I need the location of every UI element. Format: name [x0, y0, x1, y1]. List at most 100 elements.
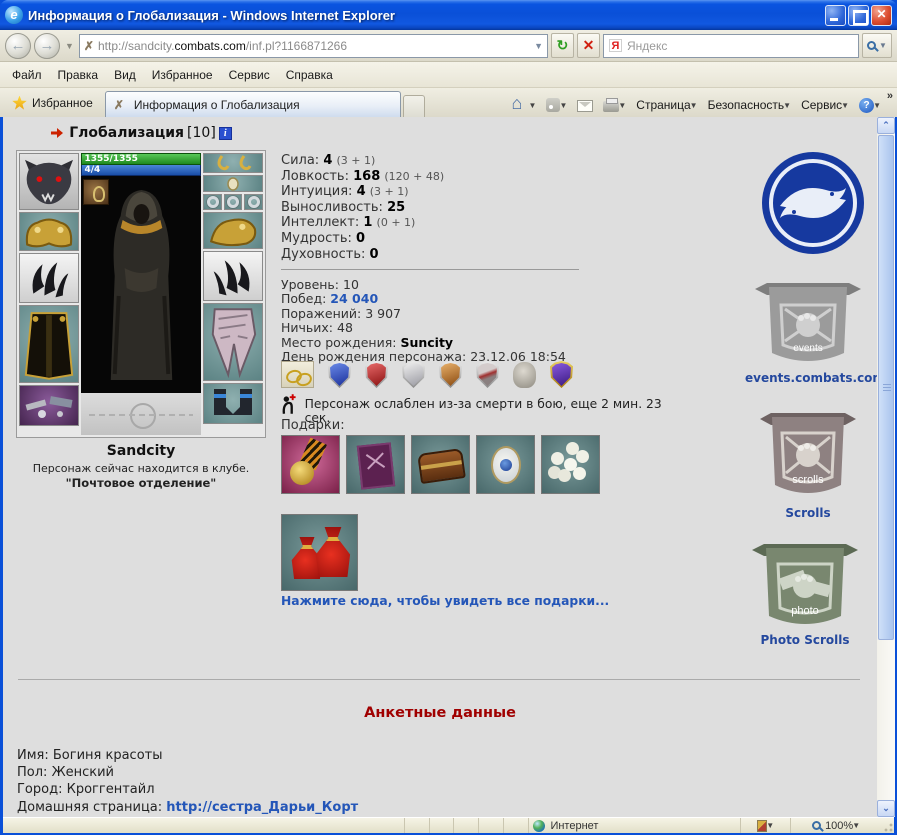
gold-cloak-icon [22, 307, 76, 381]
active-tab[interactable]: ✗ Информация о Глобализация [105, 91, 401, 117]
url-field[interactable]: ✗ http://sandcity.combats.com/inf.pl?116… [79, 34, 548, 58]
menu-tools[interactable]: Сервис [221, 64, 278, 86]
character-portrait [81, 176, 202, 393]
menu-help[interactable]: Справка [278, 64, 341, 86]
shield-red-icon[interactable] [365, 361, 388, 388]
scrolls-banner-link[interactable]: scrolls [760, 405, 856, 507]
safety-menu-button[interactable]: Безопасность▼ [708, 98, 791, 112]
forward-button[interactable]: → [34, 33, 60, 59]
print-button[interactable]: ▼ [603, 98, 626, 112]
shield-banner-icon[interactable] [476, 361, 499, 388]
slot-weapon-claw-right[interactable] [203, 251, 263, 301]
gift-medal-ribbon[interactable] [281, 435, 340, 494]
slot-rings[interactable] [203, 194, 263, 210]
slot-shoulders-gold[interactable] [19, 212, 79, 251]
close-button[interactable] [871, 5, 892, 26]
slot-boots[interactable] [203, 383, 263, 424]
slot-weapon-claw-left[interactable] [19, 253, 79, 303]
events-banner-link[interactable]: events [755, 275, 861, 375]
history-chevron-icon[interactable]: ▼ [63, 41, 76, 51]
slot-armor-cloak[interactable] [19, 305, 79, 383]
ring-slot-3[interactable] [244, 194, 263, 210]
combats-logo-link[interactable] [760, 150, 866, 256]
stat-label: Мудрость: [281, 231, 352, 246]
events-tag: events [793, 343, 822, 354]
amulet-icon [206, 176, 260, 191]
command-bar: ▼ ▼ ▼ Страница▼ Безопасность▼ Сервис▼ ?▼ [512, 97, 897, 117]
mail-icon[interactable] [577, 100, 593, 112]
url-domain: combats.com [174, 39, 245, 53]
pisces-logo-icon [760, 150, 866, 256]
gift-treasure-chest[interactable] [411, 435, 470, 494]
menu-edit[interactable]: Правка [50, 64, 107, 86]
new-tab-button[interactable] [403, 95, 425, 117]
menu-bar: Файл Правка Вид Избранное Сервис Справка [0, 62, 897, 88]
gift-purple-book[interactable] [346, 435, 405, 494]
tab-favicon: ✗ [114, 98, 124, 112]
scroll-up-button[interactable]: ⌃ [877, 117, 895, 134]
protected-mode-control[interactable]: ▼ [741, 818, 791, 833]
photo-scrolls-banner-link[interactable]: photo [752, 536, 858, 638]
debuff-icon[interactable] [83, 179, 109, 205]
gifts-row [281, 435, 600, 494]
maximize-button[interactable] [848, 5, 869, 26]
resize-grip[interactable] [881, 820, 894, 833]
home-button[interactable]: ▼ [512, 97, 537, 113]
slot-amulet[interactable] [203, 175, 263, 192]
shield-silver-icon[interactable] [402, 361, 425, 388]
help-button[interactable]: ?▼ [859, 98, 881, 113]
events-caption-link[interactable]: events.combats.com [745, 371, 871, 385]
menu-favorites[interactable]: Избранное [144, 64, 221, 86]
equipment-column-left [19, 153, 79, 435]
slot-helmet-wolf[interactable] [19, 153, 79, 210]
title-bar: e Информация о Глобализация - Windows In… [0, 0, 897, 30]
wins-count-link[interactable]: 24 040 [330, 291, 378, 306]
ring-slot-2[interactable] [224, 194, 243, 210]
zoom-control[interactable]: 100% ▼ [791, 818, 881, 833]
status-pane [405, 818, 430, 833]
marriage-rings-icon[interactable] [281, 361, 314, 388]
tools-menu-button[interactable]: Сервис▼ [801, 98, 849, 112]
toolbar-overflow-icon[interactable]: » [887, 90, 893, 102]
eagle-emblem-icon[interactable] [513, 362, 536, 388]
order-purple-icon[interactable] [550, 361, 573, 388]
search-input[interactable]: Я Яндекс [603, 34, 859, 58]
shield-blue-icon[interactable] [328, 361, 351, 388]
shield-orange-icon[interactable] [439, 361, 462, 388]
slot-leggings[interactable] [203, 303, 263, 381]
menu-file[interactable]: Файл [4, 64, 50, 86]
refresh-button[interactable]: ↻ [551, 33, 574, 58]
back-button[interactable]: ← [5, 33, 31, 59]
scroll-down-button[interactable]: ⌄ [877, 800, 895, 817]
gift-bag-icon [314, 527, 352, 577]
feeds-button[interactable]: ▼ [546, 98, 567, 112]
minimize-button[interactable] [825, 5, 846, 26]
gift-blue-brooch[interactable] [476, 435, 535, 494]
photo-caption-link[interactable]: Photo Scrolls [742, 633, 868, 647]
menu-view[interactable]: Вид [106, 64, 144, 86]
status-pane-main [3, 818, 405, 833]
scrollbar-thumb[interactable] [878, 135, 894, 640]
slot-earrings[interactable] [203, 153, 263, 173]
stop-button[interactable]: ✕ [577, 33, 600, 58]
search-button[interactable]: ▼ [862, 33, 892, 58]
ring-slot-1[interactable] [203, 194, 222, 210]
scrolls-caption-link[interactable]: Scrolls [745, 506, 871, 520]
detail-row: Уровень: 10 [281, 278, 566, 292]
slot-gloves-gold[interactable] [203, 212, 263, 249]
homepage-link[interactable]: http://сестра_Дарьи_Корт [166, 800, 358, 815]
slot-belt-weapons[interactable] [19, 385, 79, 426]
info-icon[interactable]: i [219, 127, 232, 140]
page-menu-button[interactable]: Страница▼ [636, 98, 697, 112]
url-dropdown-icon[interactable]: ▼ [530, 41, 543, 51]
vertical-scrollbar[interactable]: ⌃ ⌄ [877, 117, 895, 817]
stat-row: Интуиция: 4 (3 + 1) [281, 184, 444, 200]
zoom-icon [812, 821, 821, 830]
stat-extra: (3 + 1) [370, 185, 409, 198]
profile-label: Имя: [17, 748, 49, 763]
favorites-button[interactable]: Избранное [0, 90, 105, 116]
gift-red-bags[interactable] [281, 514, 358, 591]
detail-row: Место рождения: Suncity [281, 336, 566, 350]
all-gifts-link[interactable]: Нажмите сюда, чтобы увидеть все подарки.… [281, 594, 609, 608]
gift-white-flowers[interactable] [541, 435, 600, 494]
